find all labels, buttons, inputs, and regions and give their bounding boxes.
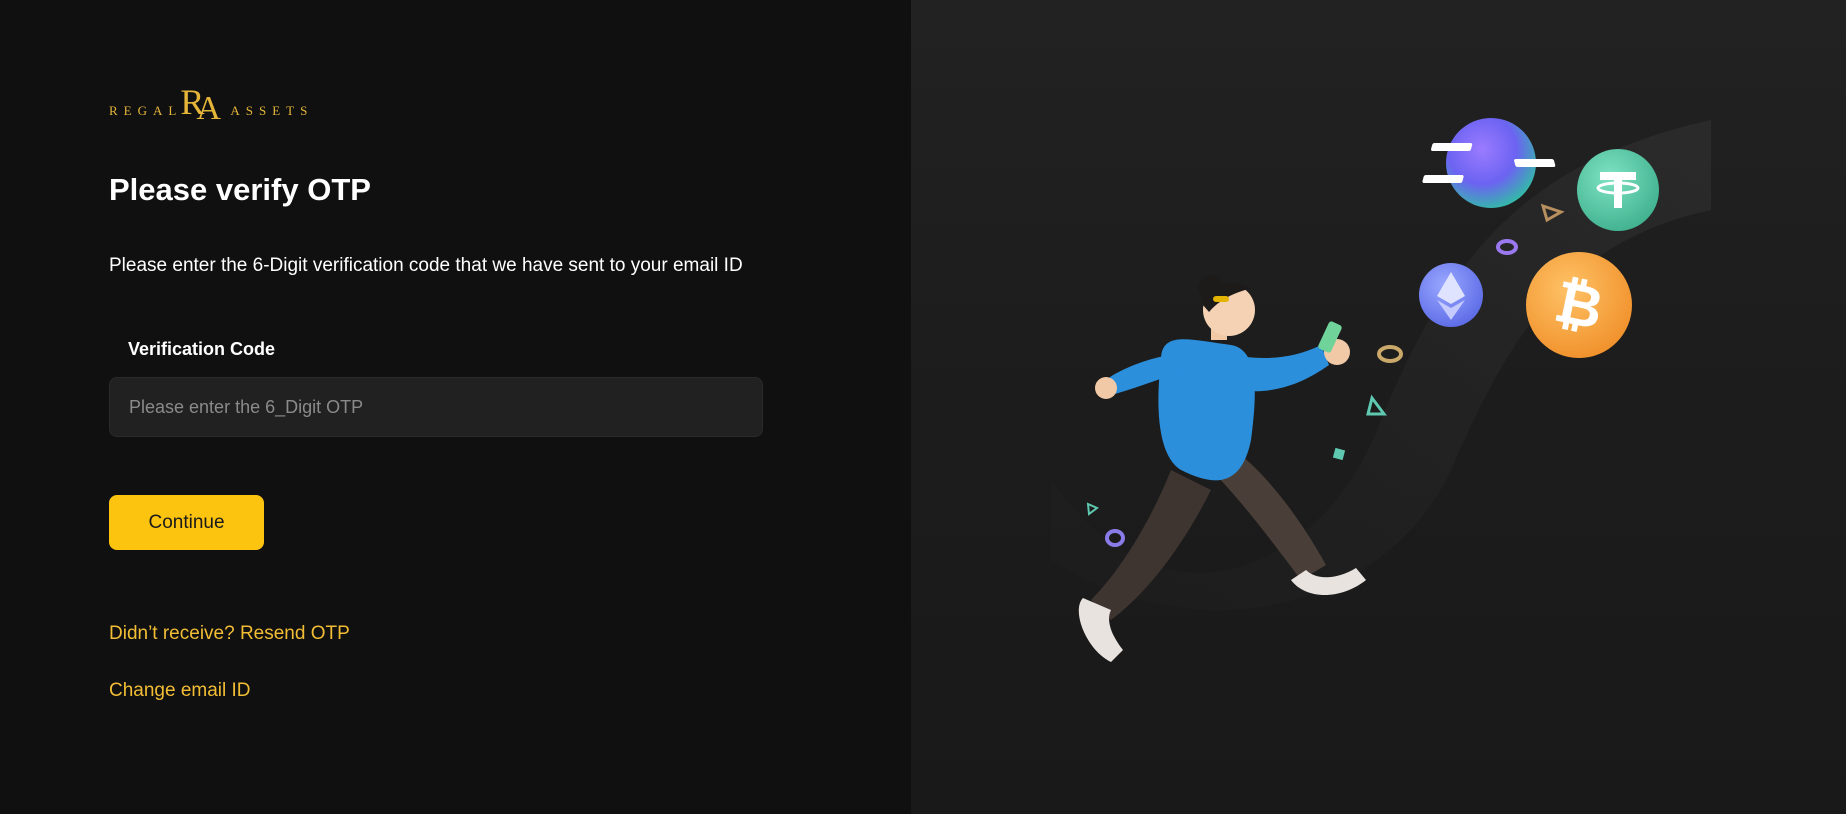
ring-shape [1377,345,1403,363]
otp-input[interactable] [109,377,763,437]
tether-coin-icon [1577,149,1659,231]
crypto-illustration: ₿ [1051,118,1711,662]
change-email-link[interactable]: Change email ID [109,680,251,702]
logo-monogram: R A [180,84,226,128]
triangle-shape [1366,394,1387,416]
verification-code-label: Verification Code [128,339,276,359]
regal-assets-logo: REGAL R A ASSETS [109,84,314,128]
login-panel: REGAL R A ASSETS Please verify OTP Pleas… [0,0,911,814]
page-subtitle: Please enter the 6-Digit verification co… [109,255,743,276]
ring-shape [1105,529,1125,547]
illustration-panel: ₿ [911,0,1846,814]
solana-coin-icon [1422,118,1556,208]
bitcoin-coin-icon: ₿ [1526,252,1632,358]
logo-word-left: REGAL [109,103,183,118]
page-title: Please verify OTP [109,172,371,207]
continue-button[interactable]: Continue [109,495,264,550]
triangle-shape [1086,502,1099,516]
logo-monogram-a: A [196,90,221,127]
square-shape [1332,447,1346,461]
resend-otp-link[interactable]: Didn’t receive? Resend OTP [109,623,350,645]
ethereum-coin-icon [1419,263,1483,327]
logo-word-right: ASSETS [230,103,314,118]
